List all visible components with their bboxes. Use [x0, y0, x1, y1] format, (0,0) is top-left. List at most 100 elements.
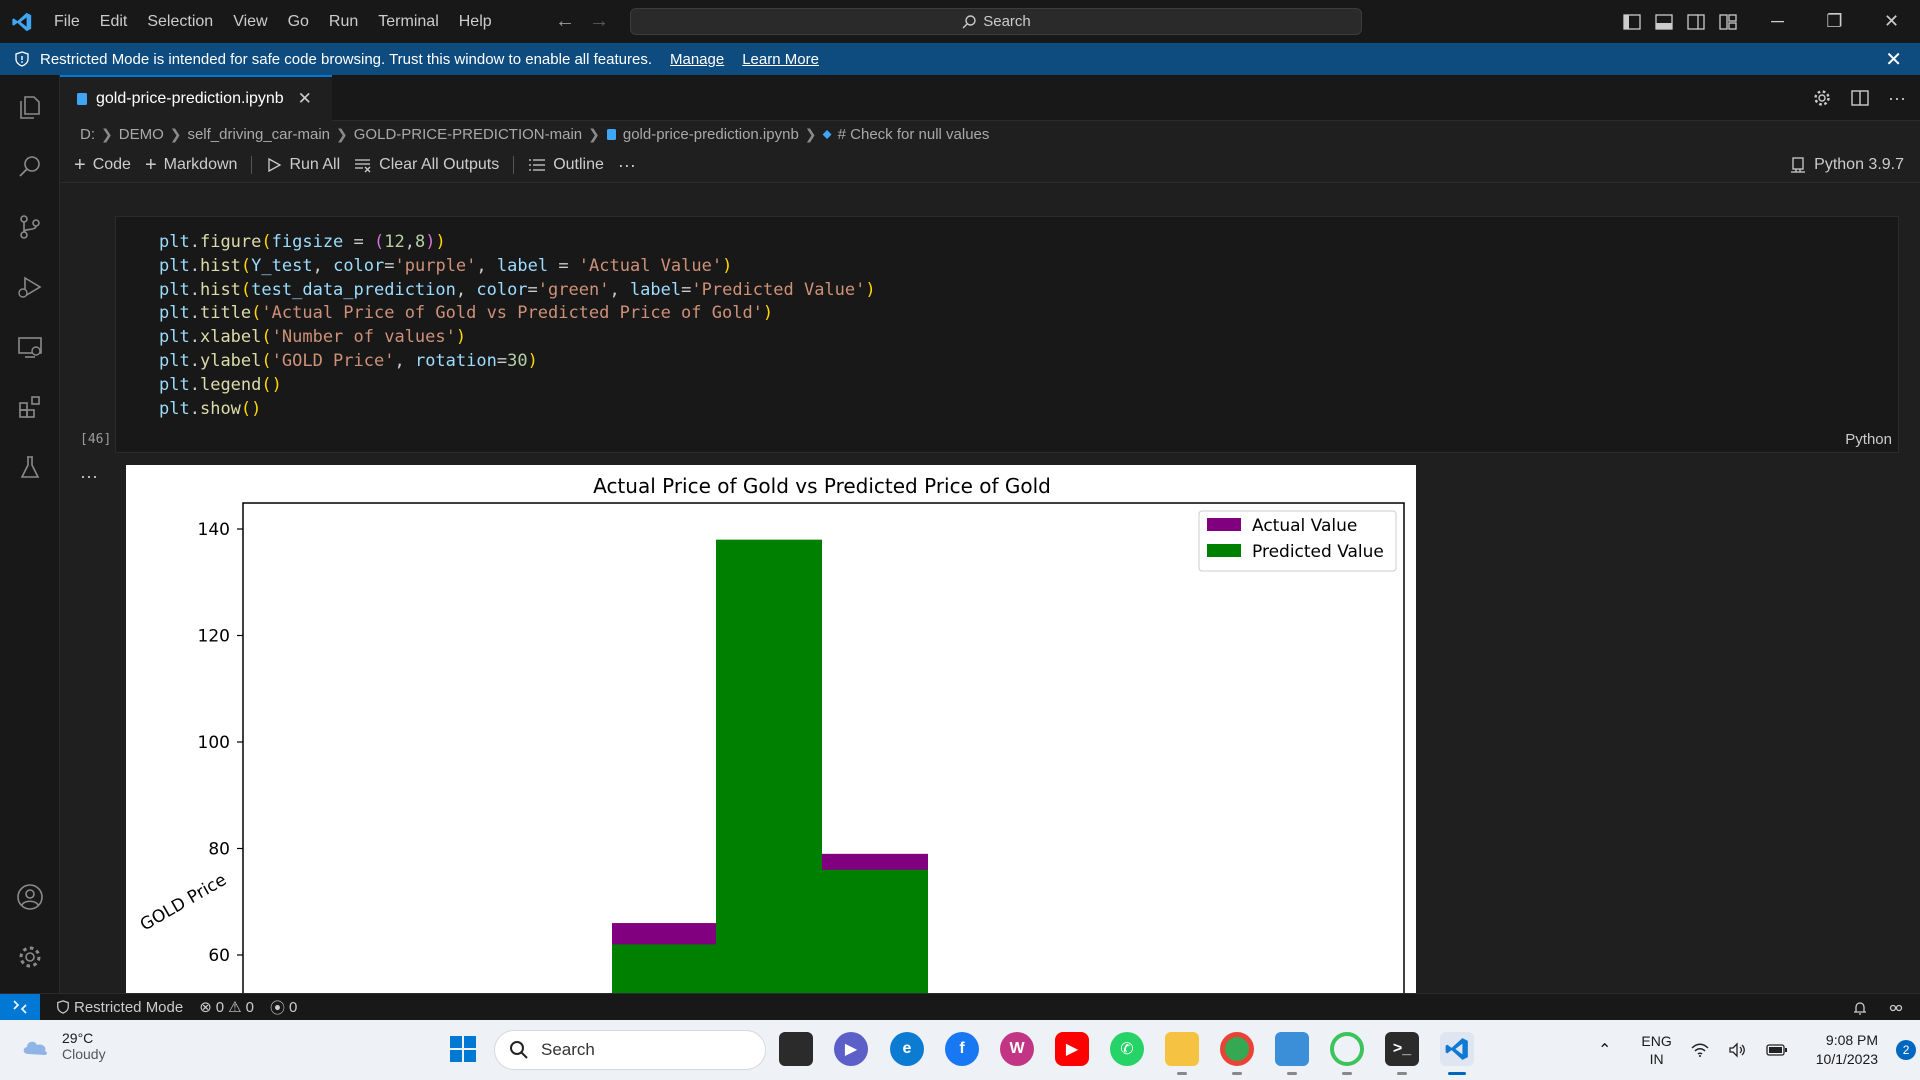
forward-arrow-icon[interactable]: → — [589, 10, 609, 33]
add-code-cell-button[interactable]: + Code — [74, 154, 131, 177]
whatsapp-icon[interactable]: ✆ — [1110, 1032, 1144, 1066]
menu-go[interactable]: Go — [278, 0, 319, 43]
restricted-mode-status[interactable]: Restricted Mode — [56, 999, 183, 1016]
windows-start-icon[interactable] — [446, 1032, 480, 1066]
explorer-icon[interactable] — [10, 87, 50, 127]
tab-gold-price-prediction[interactable]: gold-price-prediction.ipynb ✕ — [60, 75, 332, 121]
error-icon: ⊗ — [199, 999, 212, 1016]
tab-close-icon[interactable]: ✕ — [298, 89, 312, 109]
breadcrumb-project[interactable]: self_driving_car-main — [187, 126, 330, 143]
facebook-icon[interactable]: f — [945, 1032, 979, 1066]
chrome-browser-icon[interactable] — [1220, 1032, 1254, 1066]
add-markdown-cell-button[interactable]: + Markdown — [145, 154, 238, 177]
toggle-secondary-sidebar-icon[interactable] — [1686, 12, 1706, 32]
menu-terminal[interactable]: Terminal — [368, 0, 448, 43]
accounts-icon[interactable] — [10, 877, 50, 917]
clock[interactable]: 9:08 PM 10/1/2023 — [1816, 1031, 1878, 1069]
ports-status[interactable]: ⦿ 0 — [270, 997, 297, 1018]
command-center-search[interactable]: Search — [630, 8, 1362, 35]
vscode-taskbar-icon[interactable] — [1440, 1032, 1474, 1066]
run-debug-icon[interactable] — [10, 267, 50, 307]
source-control-icon[interactable] — [10, 207, 50, 247]
running-indicator — [1342, 1072, 1352, 1075]
toggle-primary-sidebar-icon[interactable] — [1622, 12, 1642, 32]
more-actions-icon[interactable]: ··· — [1888, 88, 1906, 109]
menu-view[interactable]: View — [223, 0, 277, 43]
show-hidden-icons-icon[interactable]: ⌃ — [1598, 1040, 1611, 1060]
testing-icon[interactable] — [10, 447, 50, 487]
code-editor[interactable]: plt.figure(figsize = (12,8)) plt.hist(Y_… — [159, 231, 876, 421]
teams-chat-icon[interactable]: ▶ — [834, 1032, 868, 1066]
weather-widget[interactable]: 29°C Cloudy — [20, 1030, 106, 1062]
notebook-toolbar: + Code + Markdown Run All Clear All Outp… — [60, 150, 1920, 180]
edge-browser-icon[interactable]: e — [890, 1032, 924, 1066]
outline-button[interactable]: Outline — [528, 156, 604, 174]
clear-all-outputs-button[interactable]: Clear All Outputs — [354, 156, 499, 174]
plus-icon: + — [144, 153, 157, 176]
menu-selection[interactable]: Selection — [137, 0, 223, 43]
breadcrumb-folder[interactable]: GOLD-PRICE-PREDICTION-main — [354, 126, 582, 143]
toggle-panel-icon[interactable] — [1654, 12, 1674, 32]
back-arrow-icon[interactable]: ← — [555, 10, 575, 33]
menu-file[interactable]: File — [44, 0, 90, 43]
kernel-picker[interactable]: Python 3.9.7 — [1790, 150, 1904, 180]
terminal-icon[interactable]: >_ — [1385, 1032, 1419, 1066]
menu-help[interactable]: Help — [449, 0, 502, 43]
search-view-icon[interactable] — [10, 147, 50, 187]
settings-gear-icon[interactable] — [1812, 88, 1832, 108]
file-explorer-icon[interactable] — [1165, 1032, 1199, 1066]
status-bar: Restricted Mode ⊗ 0 ⚠ 0 ⦿ 0 — [0, 993, 1920, 1021]
breadcrumb-file[interactable]: gold-price-prediction.ipynb — [623, 126, 799, 143]
minimize-icon[interactable]: ─ — [1749, 0, 1806, 43]
restore-icon[interactable]: ❐ — [1806, 0, 1863, 43]
legend-predicted-value: Predicted Value — [1252, 542, 1384, 562]
cell-language-label[interactable]: Python — [1845, 431, 1892, 448]
language-indicator[interactable]: ENG IN — [1641, 1032, 1671, 1068]
split-editor-icon[interactable] — [1850, 88, 1870, 108]
taskbar-search[interactable]: Search — [494, 1030, 766, 1070]
loading-app-icon[interactable] — [1330, 1032, 1364, 1066]
language-line-1: ENG — [1641, 1033, 1672, 1049]
output-more-icon[interactable]: ··· — [80, 466, 98, 487]
menu-run[interactable]: Run — [319, 0, 368, 43]
notification-badge[interactable]: 2 — [1896, 1040, 1917, 1060]
manage-gear-icon[interactable] — [10, 937, 50, 977]
kernel-icon — [1791, 157, 1806, 173]
run-all-button[interactable]: Run All — [266, 156, 340, 174]
y-tick-label: 60 — [208, 946, 230, 966]
status-bar-right — [1852, 994, 1904, 1021]
notification-bell-icon[interactable] — [1852, 1000, 1868, 1016]
customize-layout-icon[interactable] — [1718, 12, 1738, 32]
wifi-icon[interactable] — [1690, 1042, 1710, 1058]
outline-label: Outline — [553, 156, 604, 173]
vscode-logo-icon — [0, 0, 44, 43]
volume-icon[interactable] — [1728, 1042, 1748, 1058]
copilot-icon[interactable] — [1888, 1000, 1904, 1016]
editor-actions: ··· — [1812, 75, 1906, 121]
running-indicator — [1397, 1072, 1407, 1075]
wps-office-icon[interactable]: W — [1000, 1032, 1034, 1066]
close-icon[interactable]: ✕ — [1885, 47, 1902, 72]
manage-link[interactable]: Manage — [670, 51, 724, 68]
code-cell[interactable]: plt.figure(figsize = (12,8)) plt.hist(Y_… — [115, 216, 1899, 453]
remote-explorer-icon[interactable] — [10, 327, 50, 367]
breadcrumb-demo[interactable]: DEMO — [119, 126, 164, 143]
extensions-icon[interactable] — [10, 387, 50, 427]
close-window-icon[interactable]: ✕ — [1863, 0, 1920, 43]
youtube-icon[interactable]: ▶ — [1055, 1032, 1089, 1066]
legend-swatch-actual — [1207, 518, 1241, 531]
list-icon — [529, 159, 546, 171]
task-view-icon[interactable] — [779, 1032, 813, 1066]
control-panel-icon[interactable] — [1275, 1032, 1309, 1066]
problems-status[interactable]: ⊗ 0 ⚠ 0 — [199, 998, 254, 1017]
menu-edit[interactable]: Edit — [90, 0, 138, 43]
title-bar: File Edit Selection View Go Run Terminal… — [0, 0, 1920, 43]
breadcrumb-section[interactable]: # Check for null values — [838, 126, 990, 143]
more-toolbar-icon[interactable]: ··· — [618, 155, 636, 176]
run-all-label: Run All — [289, 156, 341, 173]
execution-count: [46] — [80, 432, 112, 447]
battery-icon[interactable] — [1766, 1043, 1788, 1057]
remote-indicator-icon[interactable] — [0, 993, 40, 1021]
breadcrumb-drive[interactable]: D: — [80, 126, 95, 143]
learn-more-link[interactable]: Learn More — [742, 51, 819, 68]
